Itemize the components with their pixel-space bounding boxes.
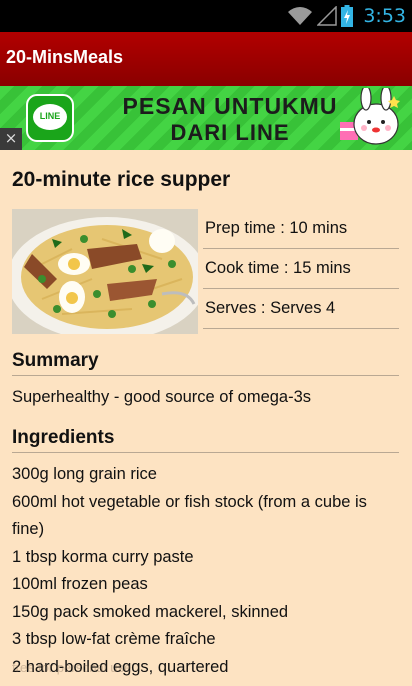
watermark: free for personal use bbox=[12, 660, 132, 675]
mascot-icon bbox=[340, 88, 400, 145]
ingredients-list: 300g long grain rice 600ml hot vegetable… bbox=[12, 461, 400, 681]
ingredients-heading: Ingredients bbox=[12, 427, 399, 453]
status-bar: 3:53 bbox=[0, 0, 412, 32]
clock: 3:53 bbox=[363, 5, 406, 27]
recipe-photo bbox=[12, 209, 198, 334]
app-title: 20-MinsMeals bbox=[6, 47, 124, 67]
servings: Serves : Serves 4 bbox=[203, 289, 399, 329]
status-icons: 3:53 bbox=[287, 3, 406, 29]
battery-charging-icon bbox=[341, 5, 354, 27]
ingredient-item: 300g long grain rice bbox=[12, 465, 157, 483]
recipe-title: 20-minute rice supper bbox=[12, 168, 231, 191]
ingredient-item: 100ml frozen peas bbox=[12, 575, 148, 593]
ingredient-item: 600ml hot vegetable or fish stock (from … bbox=[12, 492, 367, 539]
signal-icon bbox=[317, 6, 338, 26]
rice-dish-image bbox=[12, 209, 198, 334]
summary-text: Superhealthy - good source of omega-3s bbox=[12, 388, 312, 406]
ingredient-item: 1 tbsp korma curry paste bbox=[12, 547, 194, 566]
recipe-meta: Prep time : 10 mins Cook time : 15 mins … bbox=[203, 209, 399, 329]
ad-banner[interactable]: LINE PESAN UNTUKMU DARI LINE × bbox=[0, 86, 412, 150]
cook-time: Cook time : 15 mins bbox=[203, 249, 399, 289]
ad-close-button[interactable]: × bbox=[0, 128, 22, 150]
ingredient-item: 3 tbsp low-fat crème fraîche bbox=[12, 630, 216, 648]
app-bar: 20-MinsMeals bbox=[0, 32, 412, 86]
prep-time: Prep time : 10 mins bbox=[203, 209, 399, 249]
ingredient-item: 150g pack smoked mackerel, skinned bbox=[12, 602, 289, 621]
wifi-icon bbox=[288, 7, 313, 25]
summary-heading: Summary bbox=[12, 350, 399, 376]
